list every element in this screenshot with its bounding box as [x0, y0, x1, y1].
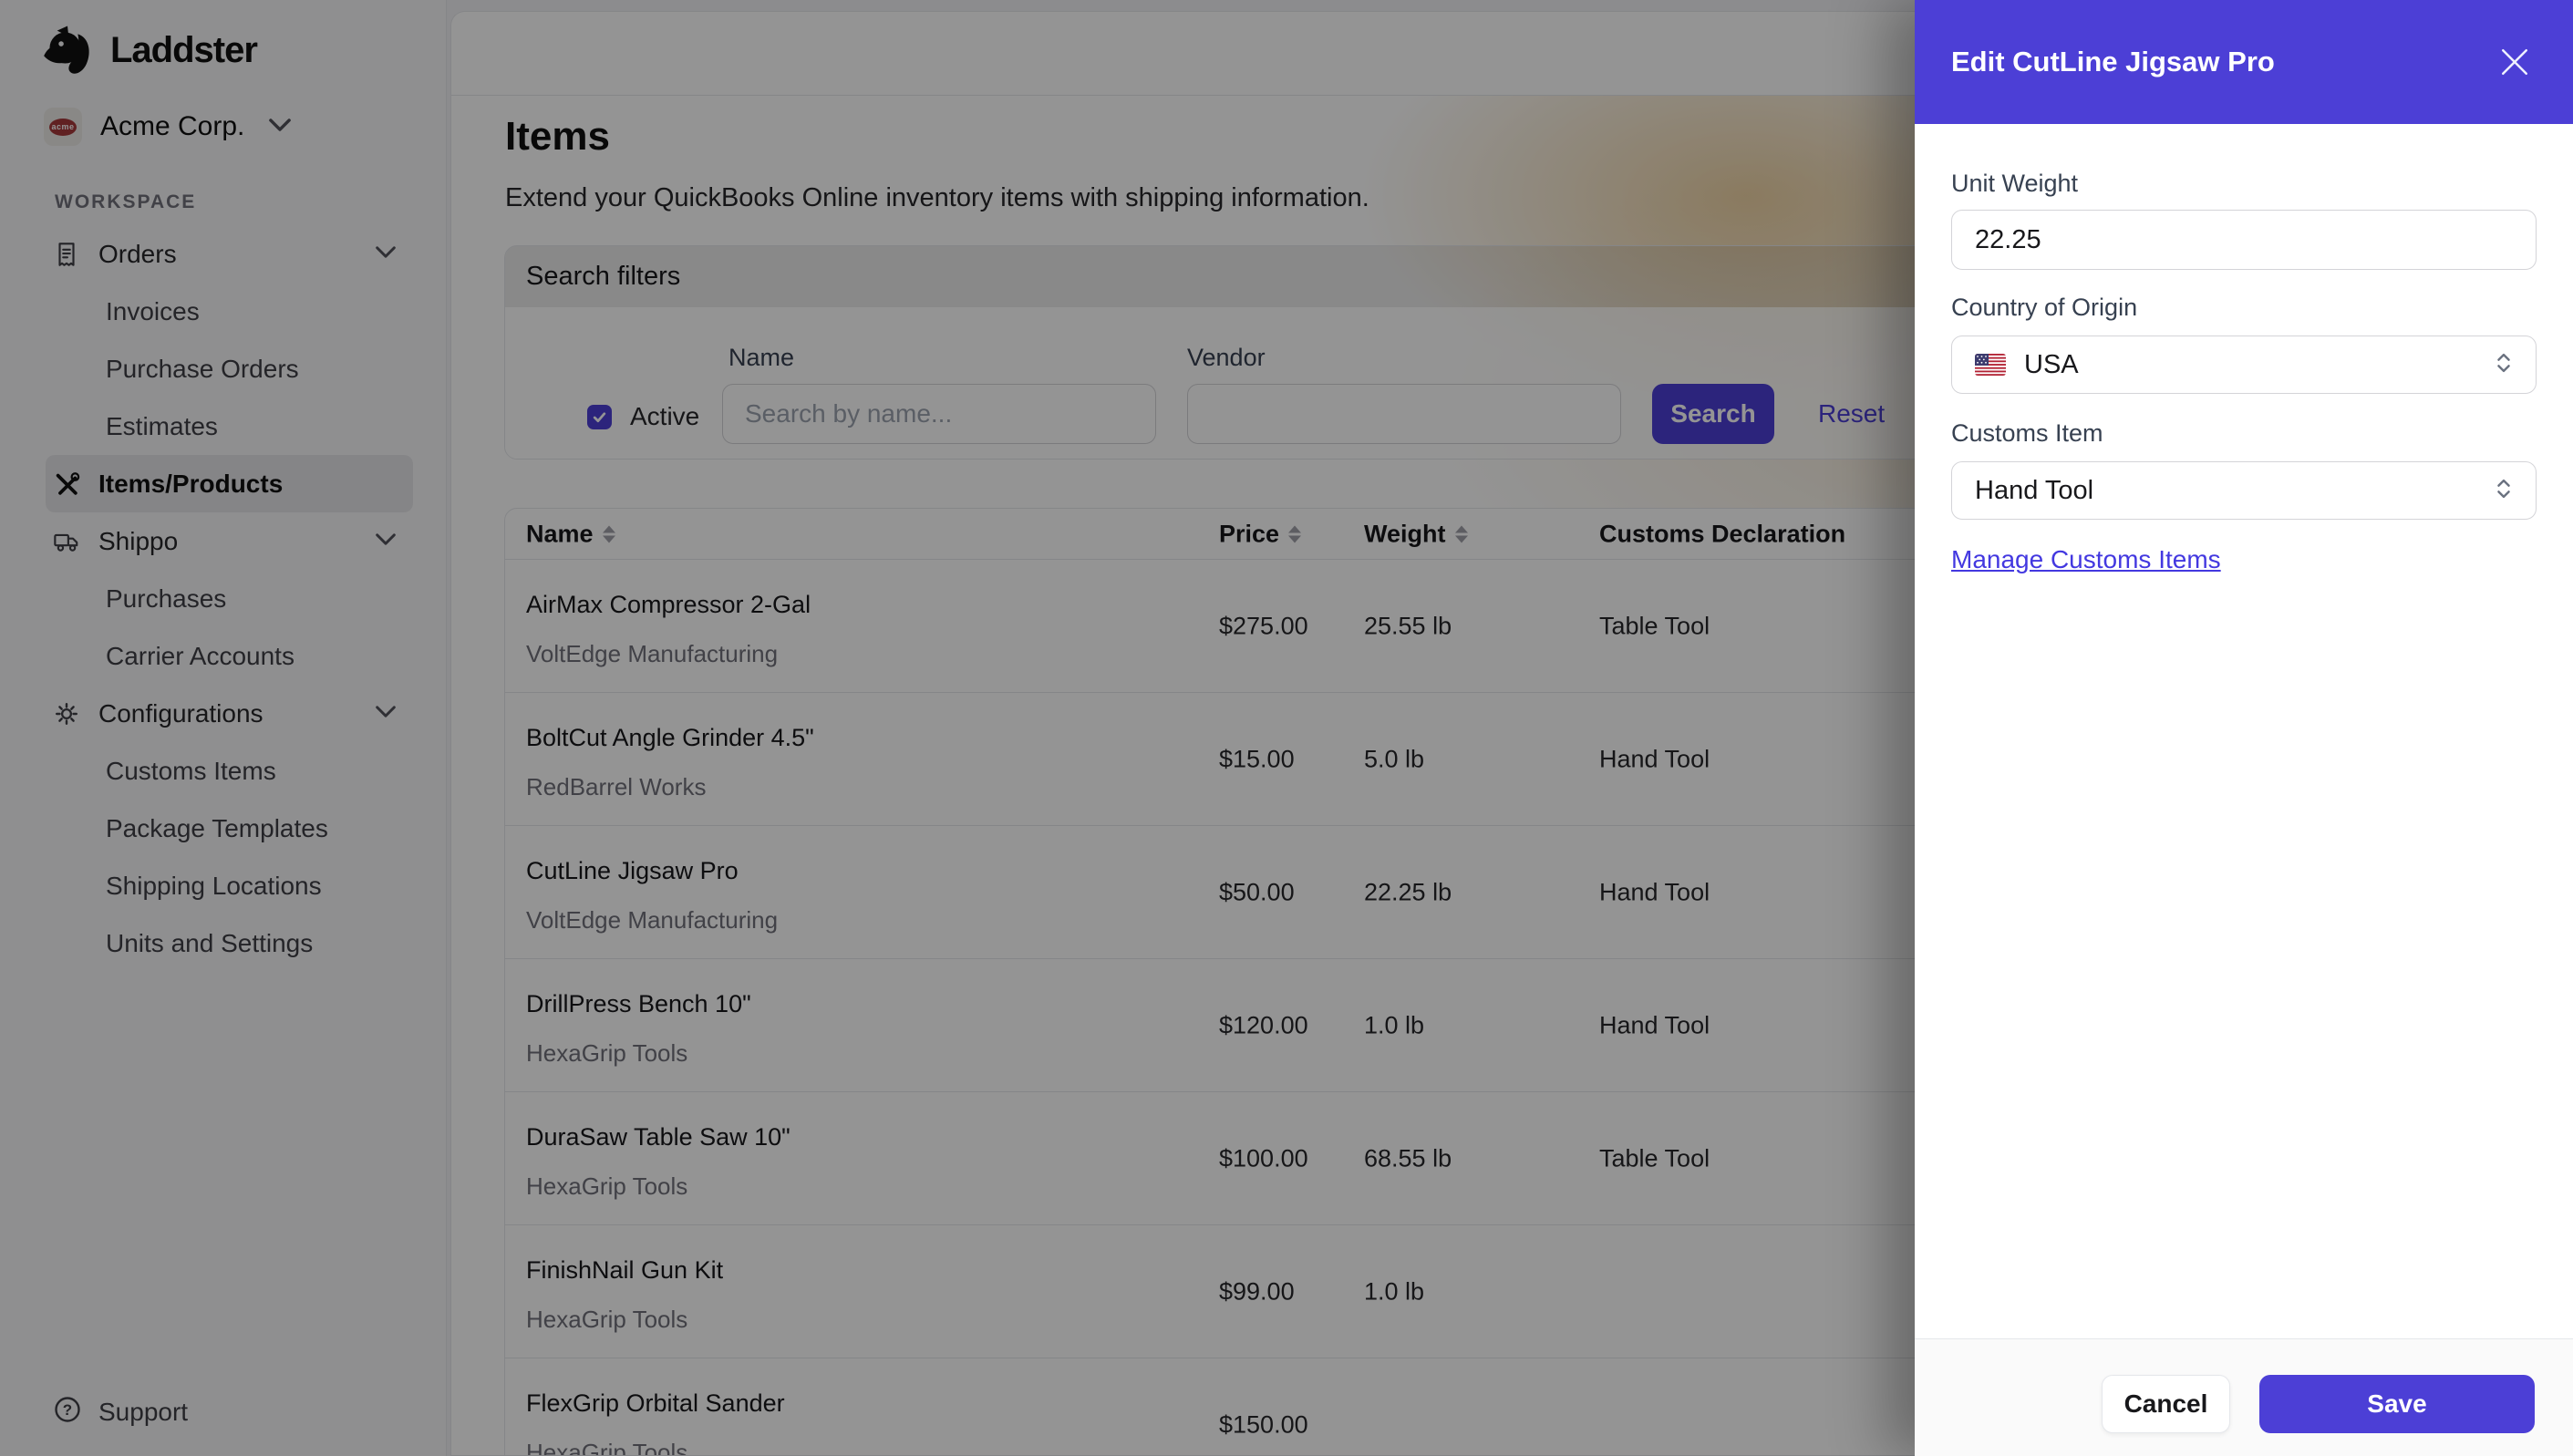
select-chevrons-icon: [2495, 477, 2513, 505]
unit-weight-label: Unit Weight: [1951, 170, 2078, 198]
unit-weight-input[interactable]: [1951, 210, 2537, 270]
drawer-footer: Cancel Save: [1915, 1338, 2573, 1456]
customs-item-value: Hand Tool: [1975, 476, 2093, 506]
country-of-origin-label: Country of Origin: [1951, 294, 2137, 322]
drawer-header: Edit CutLine Jigsaw Pro: [1915, 0, 2573, 124]
country-of-origin-select[interactable]: USA: [1951, 336, 2537, 394]
save-button[interactable]: Save: [2259, 1375, 2535, 1433]
customs-item-select[interactable]: Hand Tool: [1951, 461, 2537, 520]
us-flag-icon: [1975, 354, 2006, 376]
edit-item-drawer: Edit CutLine Jigsaw Pro Unit Weight Coun…: [1915, 0, 2573, 1456]
drawer-title: Edit CutLine Jigsaw Pro: [1951, 46, 2275, 78]
select-chevrons-icon: [2495, 351, 2513, 379]
country-value: USA: [2024, 350, 2079, 380]
app-root: Laddster acme Acme Corp. WORKSPACE Order…: [0, 0, 2573, 1456]
manage-customs-items-link[interactable]: Manage Customs Items: [1951, 545, 2221, 574]
customs-item-label: Customs Item: [1951, 419, 2103, 448]
close-icon[interactable]: [2496, 44, 2533, 80]
cancel-button[interactable]: Cancel: [2102, 1375, 2230, 1433]
